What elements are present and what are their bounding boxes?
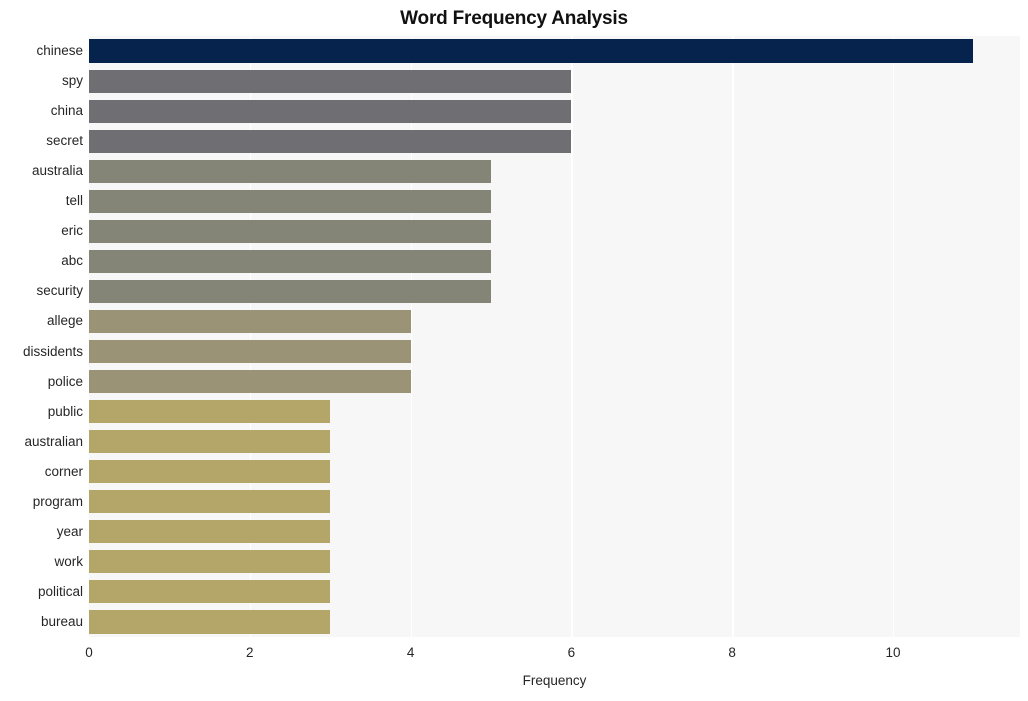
bar bbox=[89, 550, 331, 574]
bar bbox=[89, 219, 491, 243]
bar bbox=[89, 189, 491, 213]
bar bbox=[89, 580, 331, 604]
bar bbox=[89, 309, 411, 334]
y-axis-tick-label: work bbox=[54, 553, 83, 569]
bar bbox=[89, 99, 572, 123]
bar bbox=[89, 370, 411, 394]
x-axis-tick-label: 6 bbox=[567, 645, 576, 660]
bar bbox=[89, 460, 331, 484]
y-axis-tick-label: australian bbox=[24, 433, 83, 449]
chart-figure: Word Frequency Analysis chinese spy china s… bbox=[0, 0, 1028, 701]
bar bbox=[89, 400, 331, 424]
y-axis-tick-label: political bbox=[37, 583, 83, 599]
y-axis-tick-label: public bbox=[47, 403, 83, 419]
x-axis-tick-labels: 0 2 4 6 8 10 bbox=[0, 645, 1028, 665]
bar bbox=[89, 490, 331, 514]
bar bbox=[89, 610, 331, 634]
y-axis-tick-label: corner bbox=[44, 463, 83, 479]
y-axis-tick-label: eric bbox=[61, 223, 83, 239]
bar bbox=[89, 279, 491, 303]
y-axis-tick-label: bureau bbox=[40, 613, 83, 629]
y-axis-tick-label: abc bbox=[61, 253, 83, 269]
bar bbox=[89, 249, 491, 273]
bar bbox=[89, 159, 491, 183]
y-axis-tick-label: tell bbox=[65, 193, 83, 209]
plot-area bbox=[89, 36, 1020, 637]
y-axis-tick-label: allege bbox=[46, 313, 83, 329]
y-axis-tick-labels: chinese spy china secret australia tell eric ab… bbox=[0, 36, 83, 637]
y-axis-tick-label: dissidents bbox=[22, 343, 83, 359]
x-axis-title: Frequency bbox=[522, 673, 587, 688]
y-axis-tick-label: police bbox=[47, 373, 83, 389]
x-axis-tick-label: 4 bbox=[406, 645, 415, 660]
y-axis-tick-label: year bbox=[56, 523, 83, 539]
x-axis-tick-label: 10 bbox=[885, 645, 901, 660]
x-axis-tick-label: 8 bbox=[728, 645, 736, 660]
y-axis-tick-label: program bbox=[32, 493, 83, 509]
bars-group bbox=[89, 36, 1020, 637]
bar bbox=[89, 39, 974, 63]
y-axis-tick-label: chinese bbox=[36, 43, 83, 59]
bar bbox=[89, 129, 572, 153]
bar bbox=[89, 69, 572, 93]
y-axis-tick-label: secret bbox=[46, 133, 83, 149]
y-axis-tick-label: china bbox=[50, 103, 83, 119]
x-axis-tick-label: 2 bbox=[246, 645, 254, 660]
x-axis-tick-label: 0 bbox=[85, 645, 93, 660]
y-axis-tick-label: security bbox=[36, 283, 83, 299]
chart-title: Word Frequency Analysis bbox=[400, 8, 628, 29]
y-axis-tick-label: australia bbox=[31, 163, 83, 179]
bar bbox=[89, 520, 331, 544]
bar bbox=[89, 430, 331, 454]
bar bbox=[89, 339, 411, 364]
y-axis-tick-label: spy bbox=[61, 73, 83, 89]
